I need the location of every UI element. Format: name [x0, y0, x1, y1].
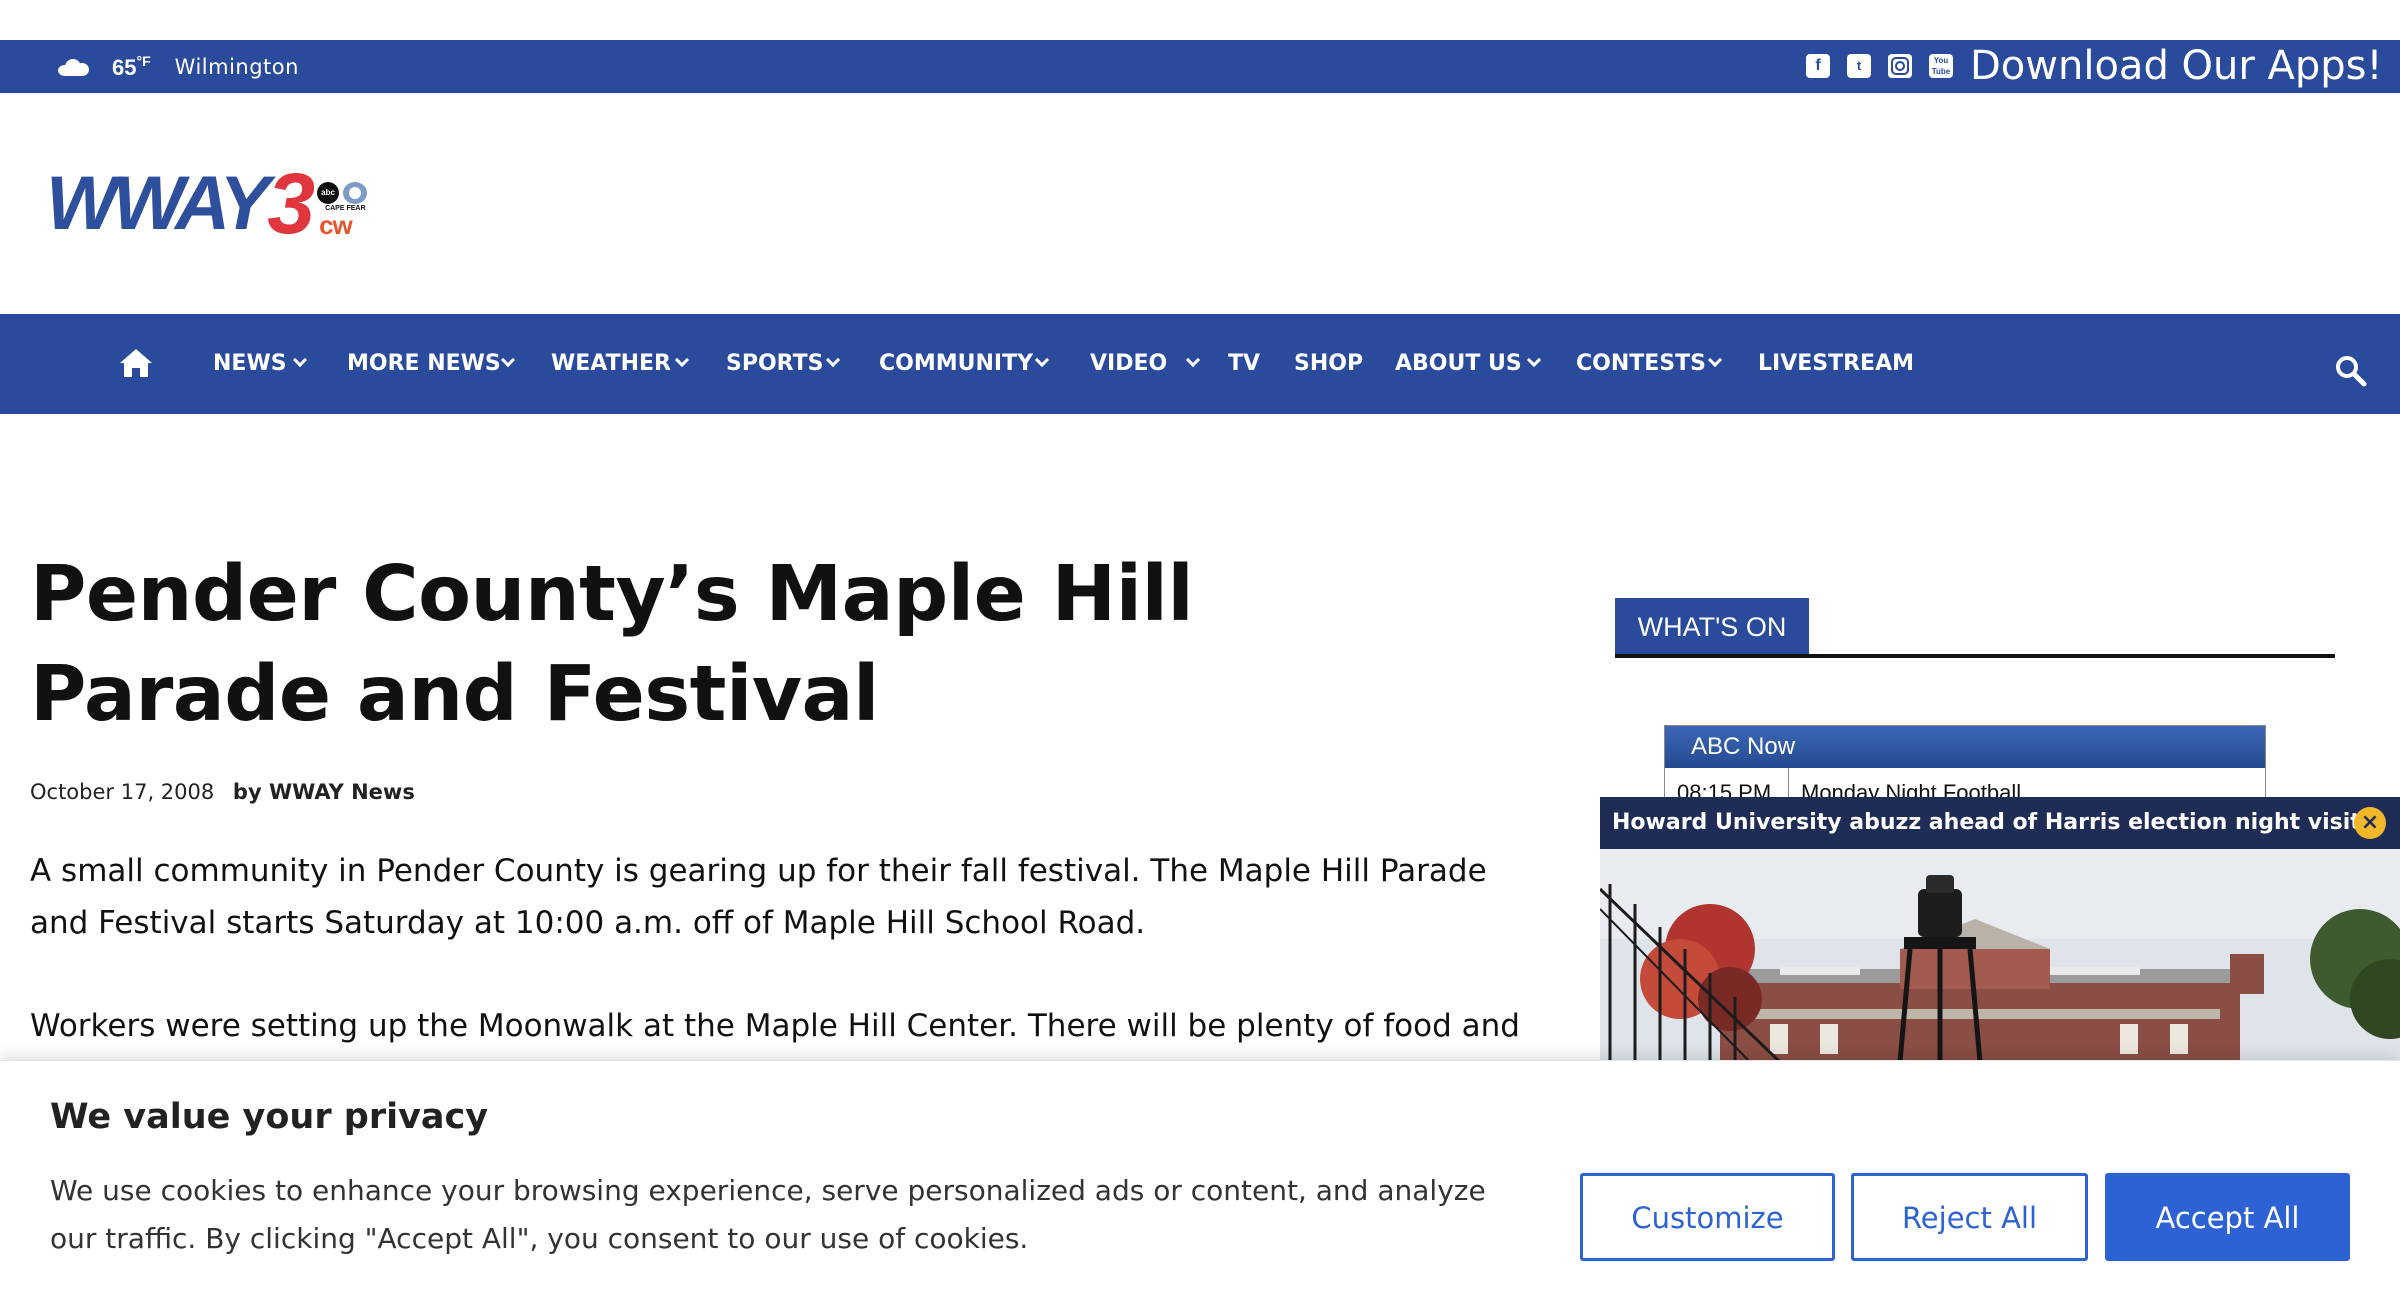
nav-item-sports[interactable]: SPORTS — [726, 314, 823, 414]
home-icon[interactable] — [118, 347, 154, 379]
nav-item-more-news[interactable]: MORE NEWS — [347, 314, 501, 414]
article-meta: October 17, 2008 by WWAY News — [30, 780, 415, 804]
nav-item-video[interactable]: VIDEO — [1090, 314, 1167, 414]
nav-item-livestream[interactable]: LIVESTREAM — [1758, 314, 1914, 414]
nav-item-shop[interactable]: SHOP — [1294, 314, 1363, 414]
cookie-consent-banner: We value your privacy We use cookies to … — [0, 1060, 2400, 1298]
accept-all-button[interactable]: Accept All — [2105, 1173, 2350, 1261]
logo-wordmark: WWAY — [46, 161, 270, 246]
chevron-down-icon[interactable] — [674, 352, 690, 368]
schedule-network: ABC Now — [1665, 726, 2265, 768]
nav-item-contests[interactable]: CONTESTS — [1576, 314, 1706, 414]
social-links: f t You Tube — [1806, 54, 1953, 78]
article-byline[interactable]: by WWAY News — [233, 780, 415, 804]
nav-item-about-us[interactable]: ABOUT US — [1395, 314, 1522, 414]
nav-item-weather[interactable]: WEATHER — [551, 314, 671, 414]
cookie-title: We value your privacy — [50, 1097, 489, 1137]
chevron-down-icon[interactable] — [1034, 352, 1050, 368]
close-icon[interactable]: × — [2354, 807, 2386, 839]
chevron-down-icon[interactable] — [500, 352, 516, 368]
cloud-icon — [58, 58, 90, 76]
cbs-eye-icon — [343, 182, 368, 204]
city-label: Wilmington — [174, 54, 299, 79]
chevron-down-icon[interactable] — [1185, 352, 1201, 368]
site-logo[interactable]: WWAY 3 abc CAPE FEAR cw — [46, 156, 377, 252]
cw-logo: cw — [319, 210, 353, 240]
nav-item-news[interactable]: NEWS — [213, 314, 287, 414]
chevron-down-icon[interactable] — [1526, 352, 1542, 368]
network-badges: abc CAPE FEAR cw — [317, 169, 377, 239]
video-thumbnail[interactable] — [1600, 849, 2400, 1062]
twitter-icon[interactable]: t — [1847, 54, 1871, 78]
top-bar: 65°F Wilmington f t You Tube Download Our… — [0, 40, 2400, 93]
article-title: Pender County’s Maple Hill Parade and Fe… — [30, 550, 1194, 739]
video-headline[interactable]: Howard University abuzz ahead of Harris … — [1600, 797, 2400, 849]
main-nav: NEWS MORE NEWS WEATHER SPORTS COMMUNITY VIDEO… — [0, 314, 2400, 414]
download-apps-link[interactable]: Download Our Apps! — [1970, 40, 2383, 93]
article-paragraph: A small community in Pender County is ge… — [30, 853, 1487, 941]
whats-on-header: WHAT'S ON — [1615, 598, 2335, 658]
cookie-text: We use cookies to enhance your browsing … — [50, 1174, 1486, 1255]
chevron-down-icon[interactable] — [1707, 352, 1723, 368]
chevron-down-icon[interactable] — [292, 352, 308, 368]
article-paragraph: Workers were setting up the Moonwalk at … — [30, 1008, 1520, 1044]
facebook-icon[interactable]: f — [1806, 54, 1830, 78]
reject-all-button[interactable]: Reject All — [1851, 1173, 2088, 1261]
temperature: 65°F — [112, 52, 151, 80]
logo-channel-number: 3 — [267, 156, 316, 252]
weather-widget[interactable]: 65°F Wilmington — [58, 40, 299, 93]
chevron-down-icon[interactable] — [825, 352, 841, 368]
customize-button[interactable]: Customize — [1580, 1173, 1835, 1261]
youtube-icon[interactable]: You Tube — [1929, 54, 1953, 78]
nav-item-community[interactable]: COMMUNITY — [879, 314, 1033, 414]
abc-logo: abc — [317, 182, 340, 204]
nav-item-tv[interactable]: TV — [1228, 314, 1260, 414]
article-date: October 17, 2008 — [30, 780, 215, 804]
search-icon[interactable] — [2334, 354, 2368, 388]
whats-on-tab: WHAT'S ON — [1615, 598, 1809, 654]
floating-video-player[interactable]: Howard University abuzz ahead of Harris … — [1600, 797, 2400, 1062]
instagram-icon[interactable] — [1888, 54, 1912, 78]
